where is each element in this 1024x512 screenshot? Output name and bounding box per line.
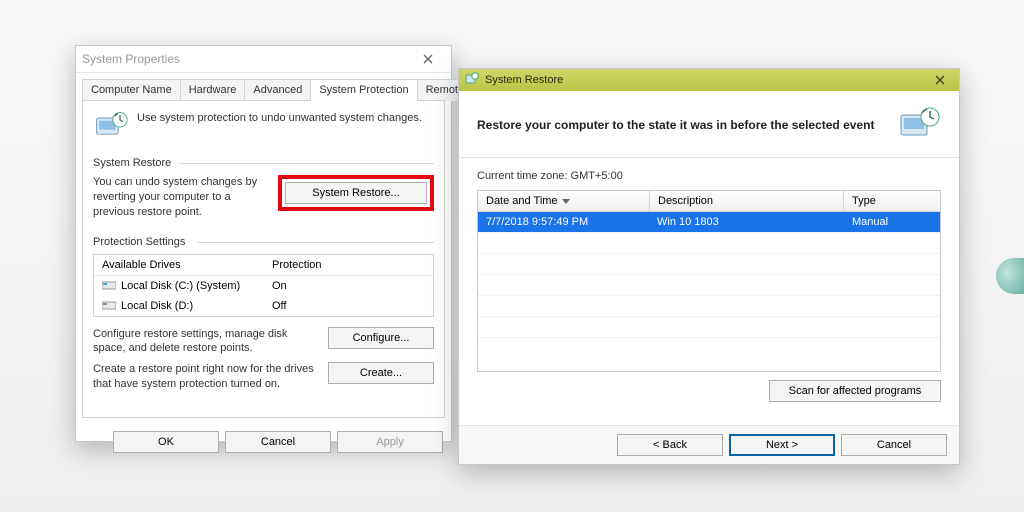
- titlebar[interactable]: System Restore: [459, 69, 959, 91]
- wizard-footer: < Back Next > Cancel: [459, 425, 959, 464]
- group-protection-settings: Protection Settings: [93, 236, 434, 248]
- scan-affected-programs-button[interactable]: Scan for affected programs: [769, 380, 941, 402]
- list-item[interactable]: Local Disk (D:) Off: [94, 296, 433, 316]
- timezone-label: Current time zone: GMT+5:00: [477, 170, 941, 182]
- create-description: Create a restore point right now for the…: [93, 362, 320, 392]
- decorative-blob: [996, 258, 1024, 294]
- dialog-footer: OK Cancel Apply: [76, 425, 451, 453]
- col-date-time[interactable]: Date and Time: [478, 191, 650, 211]
- tab-strip: Computer Name Hardware Advanced System P…: [76, 73, 451, 101]
- ok-button[interactable]: OK: [113, 431, 219, 453]
- create-button[interactable]: Create...: [328, 362, 434, 384]
- tab-computer-name[interactable]: Computer Name: [82, 79, 181, 101]
- configure-button[interactable]: Configure...: [328, 327, 434, 349]
- window-title: System Restore: [485, 74, 563, 86]
- close-icon[interactable]: [411, 50, 445, 68]
- col-available-drives: Available Drives: [102, 259, 272, 271]
- system-protection-icon: [93, 109, 129, 145]
- col-protection: Protection: [272, 259, 322, 271]
- wizard-header: Restore your computer to the state it wa…: [459, 91, 959, 158]
- intro-text: Use system protection to undo unwanted s…: [137, 109, 422, 124]
- system-restore-button[interactable]: System Restore...: [285, 182, 427, 204]
- disk-icon: [102, 300, 116, 311]
- restore-points-grid[interactable]: Date and Time Description Type 7/7/2018 …: [477, 190, 941, 372]
- table-row[interactable]: 7/7/2018 9:57:49 PM Win 10 1803 Manual: [478, 212, 940, 232]
- close-icon[interactable]: [927, 72, 953, 88]
- system-restore-icon: [897, 105, 941, 145]
- window-title: System Properties: [82, 52, 411, 66]
- tab-system-protection[interactable]: System Protection: [310, 79, 417, 101]
- configure-description: Configure restore settings, manage disk …: [93, 327, 320, 357]
- system-restore-window: System Restore Restore your computer to …: [458, 68, 960, 465]
- drives-list: Available Drives Protection Local Disk (…: [93, 254, 434, 317]
- tab-hardware[interactable]: Hardware: [180, 79, 246, 101]
- system-properties-window: System Properties Computer Name Hardware…: [75, 45, 452, 442]
- disk-icon: [102, 280, 116, 291]
- sort-desc-icon: [562, 199, 570, 204]
- cancel-button[interactable]: Cancel: [841, 434, 947, 456]
- apply-button: Apply: [337, 431, 443, 453]
- wizard-heading: Restore your computer to the state it wa…: [477, 118, 874, 132]
- tab-advanced[interactable]: Advanced: [244, 79, 311, 101]
- group-system-restore: System Restore: [93, 157, 434, 169]
- titlebar[interactable]: System Properties: [76, 46, 451, 73]
- back-button[interactable]: < Back: [617, 434, 723, 456]
- tab-panel: Use system protection to undo unwanted s…: [82, 100, 445, 418]
- cancel-button[interactable]: Cancel: [225, 431, 331, 453]
- system-restore-description: You can undo system changes by reverting…: [93, 175, 272, 220]
- col-description[interactable]: Description: [650, 191, 844, 211]
- list-item[interactable]: Local Disk (C:) (System) On: [94, 276, 433, 296]
- next-button[interactable]: Next >: [729, 434, 835, 456]
- col-type[interactable]: Type: [844, 191, 940, 211]
- highlight-annotation: System Restore...: [278, 175, 434, 211]
- restore-icon: [465, 72, 479, 89]
